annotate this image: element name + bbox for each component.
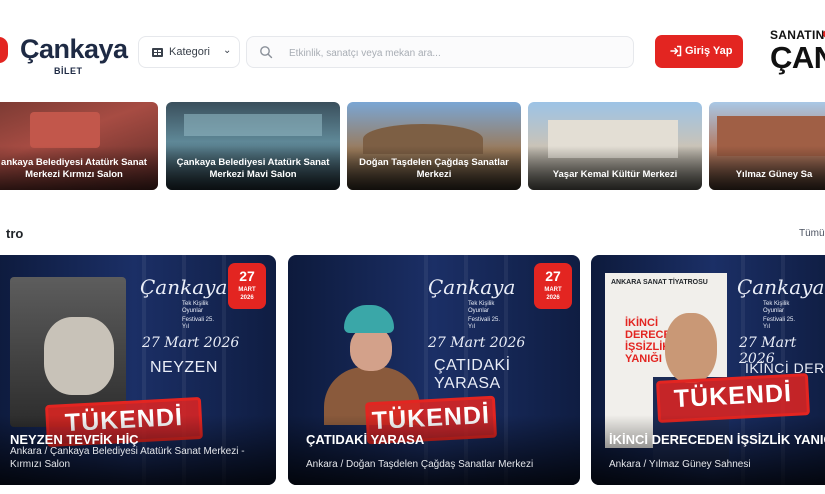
event-location: Ankara / Yılmaz Güney Sahnesi — [609, 459, 751, 470]
venue-name: Yaşar Kemal Kültür Merkezi — [552, 169, 678, 180]
venue-card[interactable]: Doğan Taşdelen Çağdaş Sanatlar Merkezi — [347, 102, 521, 190]
login-label: Giriş Yap — [685, 45, 733, 57]
poster-festival: Festivali 25. Yıl — [182, 317, 215, 330]
date-badge: 27 MART 2026 — [228, 263, 266, 309]
event-title: ÇATIDAKİ YARASA — [306, 432, 425, 447]
festival-brand-logo[interactable]: SANATIN ÇANK — [770, 26, 825, 78]
venue-photo — [30, 112, 100, 148]
event-card[interactable]: Çankaya Tek Kişilik Oyunlar Festivali 25… — [0, 255, 276, 485]
poster-tagline: Tek Kişilik Oyunlar — [182, 301, 209, 314]
poster-brand-script: Çankaya — [737, 275, 825, 299]
date-badge: 27 MART 2026 — [534, 263, 572, 309]
venue-card[interactable]: Yaşar Kemal Kültür Merkezi — [528, 102, 702, 190]
search-icon — [260, 46, 273, 59]
poster-date-script: 27 Mart 2026 — [142, 335, 240, 351]
logo-mark[interactable] — [0, 37, 8, 63]
category-dropdown-button[interactable]: Kategori ⌄ — [138, 36, 240, 68]
top-gap — [0, 0, 825, 18]
event-title: İKİNCİ DERECEDEN İŞSİZLİK YANIĞI — [609, 432, 825, 447]
search-input[interactable] — [287, 43, 621, 63]
brand-big-text: ÇANK — [770, 40, 825, 75]
site-header: Çankaya BİLET Kategori ⌄ Giriş Yap SANAT… — [0, 22, 825, 86]
event-location: Ankara / Doğan Taşdelen Çağdaş Sanatlar … — [306, 459, 534, 470]
poster-brand-script: Çankaya — [140, 275, 228, 299]
logo-text[interactable]: Çankaya — [20, 34, 128, 65]
venue-name: ankaya Belediyesi Atatürk Sanat Merkezi … — [1, 157, 147, 180]
date-month: MART — [544, 287, 562, 293]
poster-festival: Festivali 25. Yıl — [468, 317, 501, 330]
poster-theatre-name: ANKARA SANAT TİYATROSU — [611, 279, 708, 286]
date-month: MART — [238, 287, 256, 293]
date-day: 27 — [545, 268, 561, 284]
event-card[interactable]: ANKARA SANAT TİYATROSU İKİNCİ DERECEDEN … — [591, 255, 825, 485]
poster-date-script: 27 Mart 2026 — [428, 335, 526, 351]
venue-name: Çankaya Belediyesi Atatürk Sanat Merkezi… — [176, 157, 330, 180]
section-title: tro — [6, 226, 24, 241]
event-card[interactable]: Çankaya Tek Kişilik Oyunlar Festivali 25… — [288, 255, 580, 485]
event-location: Ankara / Çankaya Belediyesi Atatürk Sana… — [10, 446, 245, 470]
poster-play-title: ÇATIDAKİ YARASA — [434, 357, 511, 392]
logo-subtitle: BİLET — [54, 66, 83, 76]
venue-carousel: ankaya Belediyesi Atatürk Sanat Merkezi … — [0, 102, 825, 190]
grid-icon — [152, 48, 163, 57]
login-icon — [670, 45, 682, 57]
venue-card[interactable]: Yılmaz Güney Sa — [709, 102, 825, 190]
login-button[interactable]: Giriş Yap — [655, 35, 743, 68]
poster-tagline: Tek Kişilik Oyunlar — [468, 301, 495, 314]
category-label: Kategori — [169, 46, 210, 58]
venue-photo — [184, 114, 322, 136]
venue-name: Doğan Taşdelen Çağdaş Sanatlar Merkezi — [359, 157, 509, 180]
venue-name: Yılmaz Güney Sa — [735, 169, 813, 180]
search-box[interactable] — [246, 36, 634, 68]
date-year: 2026 — [240, 295, 254, 301]
venue-card[interactable]: ankaya Belediyesi Atatürk Sanat Merkezi … — [0, 102, 158, 190]
venue-card[interactable]: Çankaya Belediyesi Atatürk Sanat Merkezi… — [166, 102, 340, 190]
poster-tagline: Tek Kişilik Oyunlar — [763, 301, 790, 314]
chevron-down-icon: ⌄ — [223, 45, 232, 56]
see-all-link[interactable]: Tümü — [799, 228, 825, 239]
poster-play-title: NEYZEN — [150, 359, 218, 376]
poster-brand-script: Çankaya — [428, 275, 516, 299]
poster-festival: Festivali 25. Yıl — [763, 317, 796, 330]
date-year: 2026 — [546, 295, 560, 301]
date-day: 27 — [239, 268, 255, 284]
